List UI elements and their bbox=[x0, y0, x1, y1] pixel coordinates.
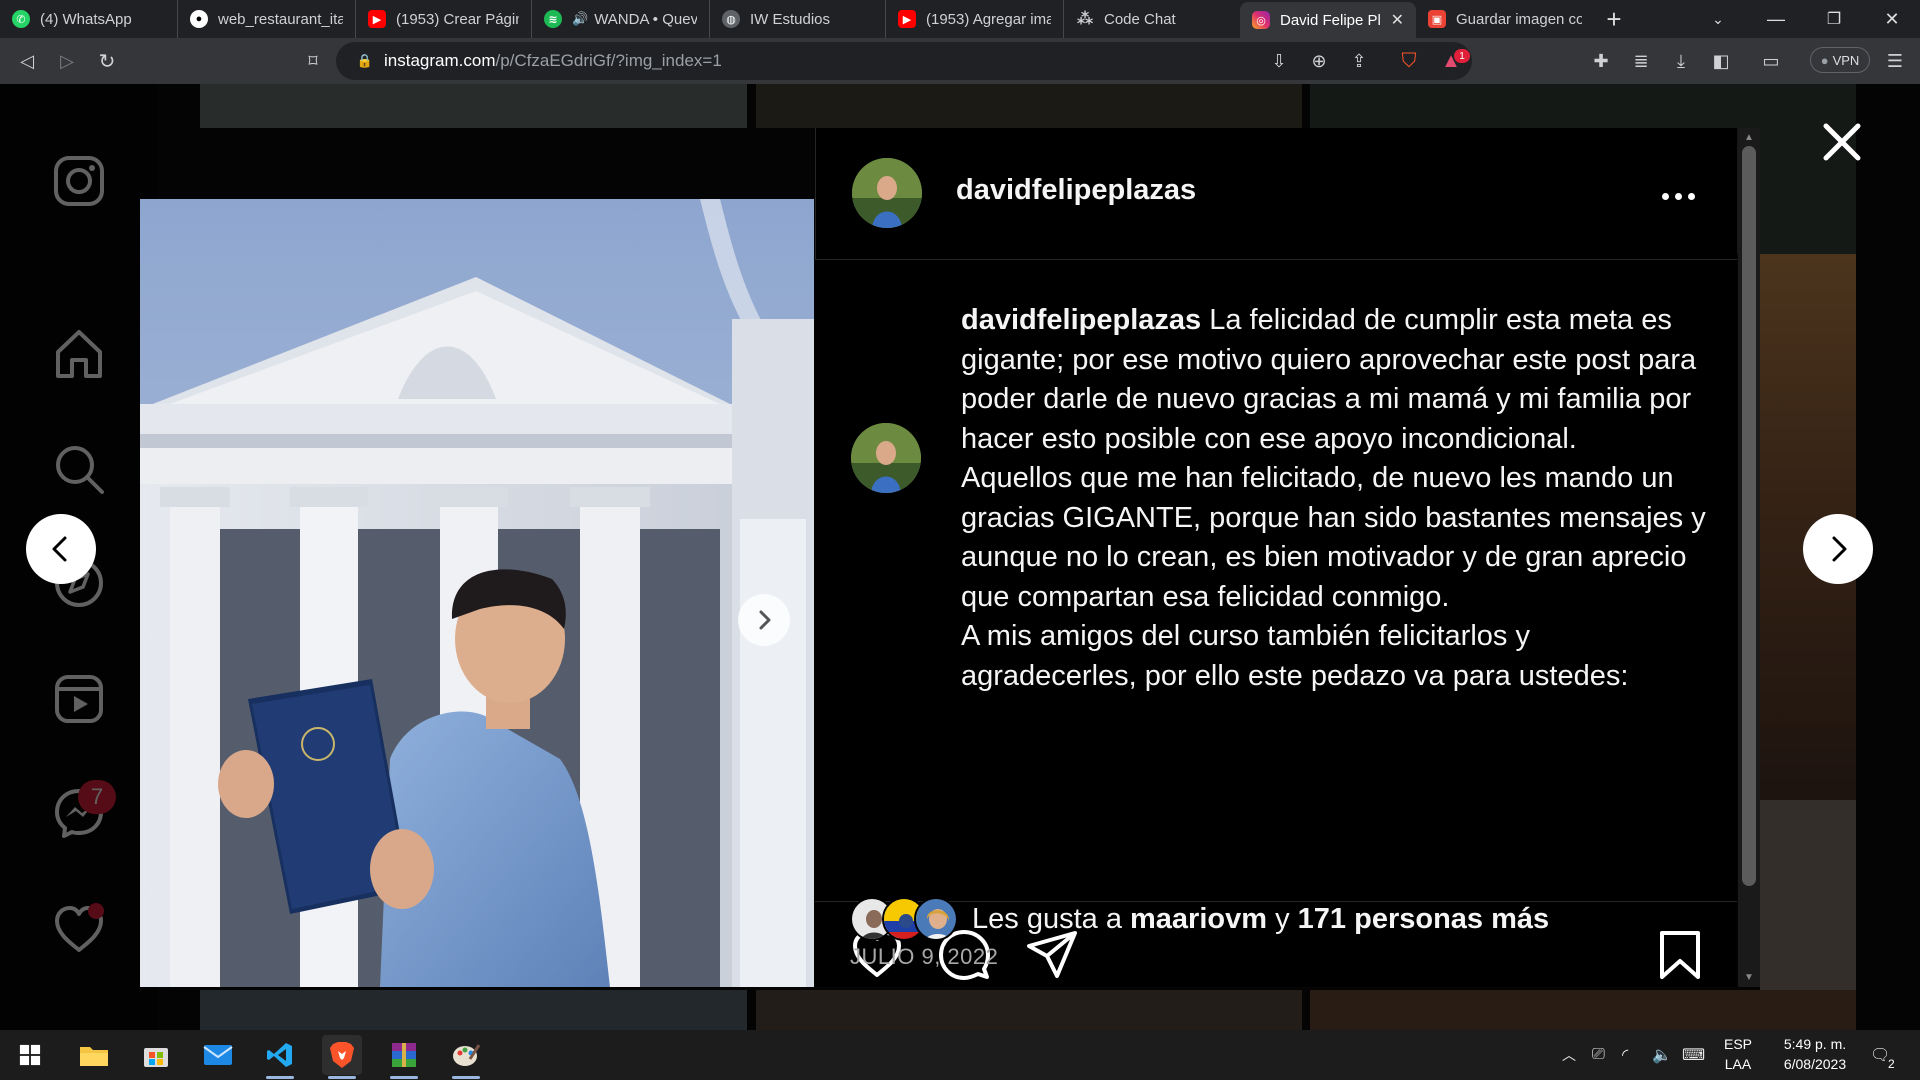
brave-taskbar-icon[interactable] bbox=[322, 1035, 362, 1079]
back-icon[interactable]: ◁ bbox=[12, 46, 42, 76]
forward-icon[interactable]: ▷ bbox=[52, 46, 82, 76]
tab-youtube-agregar[interactable]: ▶ (1953) Agregar ima bbox=[886, 0, 1064, 38]
downloads-icon[interactable]: ⤓ bbox=[1666, 46, 1696, 76]
maximize-icon[interactable]: ❐ bbox=[1810, 0, 1858, 38]
minimize-icon[interactable]: — bbox=[1752, 0, 1800, 38]
post-caption: davidfelipeplazas La felicidad de cumpli… bbox=[961, 301, 1706, 696]
post-header: davidfelipeplazas bbox=[815, 128, 1737, 260]
vpn-button[interactable]: ● VPN bbox=[1810, 47, 1870, 73]
menu-icon[interactable]: ☰ bbox=[1880, 46, 1910, 76]
vscode-icon[interactable] bbox=[260, 1035, 300, 1079]
tab-youtube-crear[interactable]: ▶ (1953) Crear Página bbox=[356, 0, 532, 38]
brave-shield-icon[interactable]: ⛉ bbox=[1394, 46, 1424, 76]
likes-count[interactable]: 171 personas más bbox=[1298, 903, 1549, 935]
keyboard-icon[interactable]: ⌨ bbox=[1682, 1030, 1705, 1080]
windows-start-icon[interactable] bbox=[10, 1035, 50, 1075]
volume-icon[interactable]: 🔈 bbox=[1652, 1030, 1672, 1080]
tab-github[interactable]: ● web_restaurant_itali bbox=[178, 0, 356, 38]
wifi-icon[interactable]: ◜ bbox=[1622, 1030, 1628, 1080]
google-icon: ▣ bbox=[1428, 10, 1446, 28]
avatar[interactable] bbox=[851, 423, 921, 493]
graduation-photo bbox=[140, 199, 814, 987]
scroll-down-icon[interactable]: ▼ bbox=[1744, 972, 1754, 983]
chevron-left-icon bbox=[52, 536, 67, 562]
avatar[interactable] bbox=[852, 158, 922, 228]
close-modal-icon[interactable] bbox=[1818, 118, 1866, 166]
tab-instagram[interactable]: ◎ David Felipe Pl ✕ bbox=[1240, 2, 1416, 38]
paint-icon[interactable] bbox=[446, 1035, 486, 1079]
new-tab-icon[interactable]: + bbox=[1590, 0, 1638, 38]
save-bookmark-icon[interactable] bbox=[1653, 928, 1707, 982]
liker-username[interactable]: maariovm bbox=[1130, 903, 1267, 935]
show-hidden-icons[interactable]: ︿ bbox=[1562, 1030, 1576, 1080]
tab-spotify[interactable]: ≋ 🔊 WANDA • Quev bbox=[532, 0, 710, 38]
carousel-next-button[interactable] bbox=[738, 594, 790, 646]
wallet-icon[interactable]: ▭ bbox=[1756, 46, 1786, 76]
scroll-up-icon[interactable]: ▲ bbox=[1744, 132, 1754, 143]
bookmark-icon[interactable]: ⌑ bbox=[298, 46, 328, 76]
github-icon: ● bbox=[190, 10, 208, 28]
youtube-icon: ▶ bbox=[898, 10, 916, 28]
microsoft-store-icon[interactable] bbox=[136, 1035, 176, 1075]
chevron-right-icon bbox=[759, 610, 771, 630]
language-indicator[interactable]: ESP LAA bbox=[1716, 1034, 1760, 1074]
chevron-right-icon bbox=[1832, 536, 1847, 562]
extensions-icon[interactable]: ✚ bbox=[1586, 46, 1616, 76]
sidebar-toggle-icon[interactable]: ◧ bbox=[1706, 46, 1736, 76]
lock-icon[interactable]: 🔒 bbox=[350, 46, 380, 76]
more-options-icon[interactable] bbox=[1656, 176, 1700, 216]
window-close-icon[interactable]: ✕ bbox=[1868, 0, 1916, 38]
caption-username[interactable]: davidfelipeplazas bbox=[961, 304, 1201, 336]
close-tab-icon[interactable]: ✕ bbox=[1383, 10, 1404, 30]
media-icon[interactable]: ≣ bbox=[1626, 46, 1656, 76]
scrollbar-thumb[interactable] bbox=[1742, 146, 1756, 886]
url-text[interactable]: instagram.com/p/CfzaEGdriGf/?img_index=1 bbox=[384, 51, 722, 71]
youtube-icon: ▶ bbox=[368, 10, 386, 28]
caption-paragraph: Aquellos que me han felicitado, de nuevo… bbox=[961, 462, 1706, 613]
globe-icon: ◍ bbox=[722, 10, 740, 28]
speaker-icon: 🔊 bbox=[572, 11, 589, 26]
winrar-icon[interactable] bbox=[384, 1035, 424, 1079]
notifications-icon[interactable]: 🗨 bbox=[1870, 1030, 1890, 1080]
chevron-down-icon[interactable]: ⌄ bbox=[1694, 0, 1742, 38]
spotify-icon: ≋ bbox=[544, 10, 562, 28]
post-author-username[interactable]: davidfelipeplazas bbox=[956, 174, 1196, 207]
share-icon[interactable]: ⇪ bbox=[1344, 46, 1374, 76]
browser-tab-bar: ✆ (4) WhatsApp ● web_restaurant_itali ▶ … bbox=[0, 0, 1920, 38]
page-scrollbar[interactable]: ▲ ▼ bbox=[1738, 128, 1760, 987]
tab-iw-estudios[interactable]: ◍ IW Estudios bbox=[710, 0, 886, 38]
post-image[interactable] bbox=[140, 199, 814, 987]
caption-paragraph: A mis amigos del curso también felicitar… bbox=[961, 620, 1629, 692]
install-icon[interactable]: ⇩ bbox=[1264, 46, 1294, 76]
tab-code-chat[interactable]: ⁂ Code Chat bbox=[1064, 0, 1240, 38]
instagram-icon: ◎ bbox=[1252, 11, 1270, 29]
rewards-badge: 1 bbox=[1454, 49, 1470, 63]
tab-whatsapp[interactable]: ✆ (4) WhatsApp bbox=[0, 0, 178, 38]
file-explorer-icon[interactable] bbox=[74, 1035, 114, 1075]
likes-text[interactable]: Les gusta a maariovm y 171 personas más bbox=[972, 903, 1549, 936]
loading-icon: ⁂ bbox=[1076, 11, 1094, 28]
likes-summary: Les gusta a maariovm y 171 personas más bbox=[850, 895, 1549, 943]
post-details-panel: davidfelipeplazas davidfelipeplazas La f… bbox=[815, 128, 1737, 987]
previous-post-button[interactable] bbox=[26, 514, 96, 584]
whatsapp-icon: ✆ bbox=[12, 10, 30, 28]
caption-scroll-area[interactable]: davidfelipeplazas La felicidad de cumpli… bbox=[815, 261, 1737, 901]
system-clock[interactable]: 5:49 p. m. 6/08/2023 bbox=[1760, 1034, 1870, 1074]
post-date[interactable]: JULIO 9, 2022 bbox=[850, 944, 998, 970]
mail-icon[interactable] bbox=[198, 1035, 238, 1075]
camera-icon[interactable]: ⎚ bbox=[1592, 1030, 1605, 1080]
zoom-icon[interactable]: ⊕ bbox=[1304, 46, 1334, 76]
tab-google[interactable]: ▣ Guardar imagen co bbox=[1416, 0, 1594, 38]
notifications-count: 2 bbox=[1888, 1057, 1895, 1071]
reload-icon[interactable]: ↻ bbox=[92, 46, 122, 76]
next-post-button[interactable] bbox=[1803, 514, 1873, 584]
liker-avatar[interactable] bbox=[914, 897, 958, 941]
windows-taskbar: ︿ ⎚ ◜ 🔈 ⌨ ESP LAA 5:49 p. m. 6/08/2023 🗨 2 bbox=[0, 1030, 1920, 1080]
